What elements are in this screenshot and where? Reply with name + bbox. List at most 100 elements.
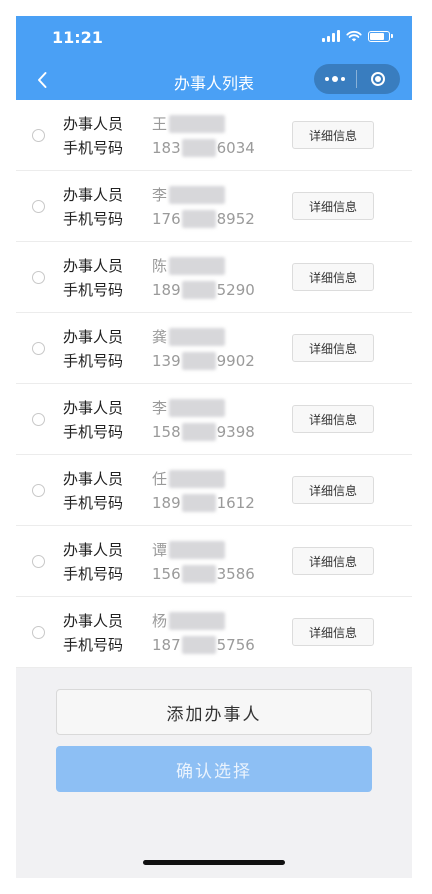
agent-name: 李 (152, 396, 255, 420)
redacted-name (169, 115, 226, 133)
agent-name: 王 (152, 112, 255, 136)
detail-button[interactable]: 详细信息 (292, 405, 374, 433)
battery-icon (368, 30, 393, 42)
redacted-name (169, 186, 226, 204)
name-label: 办事人员 (63, 612, 124, 630)
agent-row[interactable]: 办事人员 手机号码 王 183 6034 详细信息 (16, 100, 412, 171)
agent-row[interactable]: 办事人员 手机号码 陈 189 5290 详细信息 (16, 242, 412, 313)
agent-row[interactable]: 办事人员 手机号码 李 176 8952 详细信息 (16, 171, 412, 242)
name-label: 办事人员 (63, 470, 124, 488)
agent-row[interactable]: 办事人员 手机号码 杨 187 5756 详细信息 (16, 597, 412, 668)
redacted-phone (181, 636, 216, 654)
agent-name: 李 (152, 183, 255, 207)
phone-label: 手机号码 (63, 423, 124, 441)
redacted-name (169, 328, 226, 346)
cellular-signal-icon (322, 30, 340, 42)
agent-row[interactable]: 办事人员 手机号码 李 158 9398 详细信息 (16, 384, 412, 455)
agent-phone: 139 9902 (152, 352, 255, 370)
row-values: 李 158 9398 (152, 396, 255, 444)
redacted-phone (181, 494, 216, 512)
detail-button[interactable]: 详细信息 (292, 547, 374, 575)
redacted-name (169, 257, 226, 275)
name-label: 办事人员 (63, 399, 124, 417)
row-values: 杨 187 5756 (152, 609, 255, 657)
status-icons (322, 30, 393, 42)
agent-row[interactable]: 办事人员 手机号码 谭 156 3586 详细信息 (16, 526, 412, 597)
phone-screen: 11:21 办事人列表 办事人员 手机号码 王 183 6034 详细信息 办事… (16, 16, 412, 878)
row-labels: 办事人员 手机号码 (63, 467, 123, 515)
redacted-phone (181, 565, 216, 583)
agent-name: 杨 (152, 609, 255, 633)
redacted-phone (181, 210, 216, 228)
select-radio[interactable] (32, 129, 45, 142)
detail-button[interactable]: 详细信息 (292, 192, 374, 220)
more-dots-icon[interactable] (314, 76, 356, 82)
home-indicator[interactable] (143, 860, 285, 865)
redacted-phone (181, 139, 216, 157)
agent-name: 陈 (152, 254, 255, 278)
redacted-name (169, 541, 226, 559)
redacted-name (169, 399, 226, 417)
mini-program-capsule (314, 64, 400, 94)
detail-button[interactable]: 详细信息 (292, 121, 374, 149)
row-values: 王 183 6034 (152, 112, 255, 160)
detail-button[interactable]: 详细信息 (292, 618, 374, 646)
agent-list: 办事人员 手机号码 王 183 6034 详细信息 办事人员 手机号码 李 176… (16, 100, 412, 668)
row-values: 龚 139 9902 (152, 325, 255, 373)
redacted-phone (181, 352, 216, 370)
phone-label: 手机号码 (63, 494, 124, 512)
detail-button[interactable]: 详细信息 (292, 334, 374, 362)
select-radio[interactable] (32, 626, 45, 639)
status-bar: 11:21 (16, 16, 412, 60)
name-label: 办事人员 (63, 328, 124, 346)
row-labels: 办事人员 手机号码 (63, 183, 123, 231)
agent-phone: 189 1612 (152, 494, 255, 512)
close-target-icon[interactable] (357, 72, 399, 86)
redacted-name (169, 612, 226, 630)
row-values: 任 189 1612 (152, 467, 255, 515)
phone-label: 手机号码 (63, 565, 124, 583)
add-agent-button[interactable]: 添加办事人 (56, 689, 372, 735)
detail-button[interactable]: 详细信息 (292, 263, 374, 291)
status-time: 11:21 (52, 28, 103, 47)
name-label: 办事人员 (63, 186, 124, 204)
select-radio[interactable] (32, 200, 45, 213)
row-labels: 办事人员 手机号码 (63, 609, 123, 657)
select-radio[interactable] (32, 271, 45, 284)
wifi-icon (346, 30, 362, 42)
name-label: 办事人员 (63, 115, 124, 133)
agent-row[interactable]: 办事人员 手机号码 龚 139 9902 详细信息 (16, 313, 412, 384)
row-values: 李 176 8952 (152, 183, 255, 231)
select-radio[interactable] (32, 413, 45, 426)
select-radio[interactable] (32, 484, 45, 497)
row-labels: 办事人员 手机号码 (63, 254, 123, 302)
agent-row[interactable]: 办事人员 手机号码 任 189 1612 详细信息 (16, 455, 412, 526)
agent-phone: 176 8952 (152, 210, 255, 228)
phone-label: 手机号码 (63, 352, 124, 370)
agent-phone: 189 5290 (152, 281, 255, 299)
agent-name: 谭 (152, 538, 255, 562)
row-labels: 办事人员 手机号码 (63, 112, 123, 160)
phone-label: 手机号码 (63, 636, 124, 654)
row-labels: 办事人员 手机号码 (63, 325, 123, 373)
confirm-selection-button[interactable]: 确认选择 (56, 746, 372, 792)
select-radio[interactable] (32, 555, 45, 568)
row-values: 谭 156 3586 (152, 538, 255, 586)
agent-phone: 156 3586 (152, 565, 255, 583)
row-labels: 办事人员 手机号码 (63, 538, 123, 586)
detail-button[interactable]: 详细信息 (292, 476, 374, 504)
select-radio[interactable] (32, 342, 45, 355)
redacted-phone (181, 423, 216, 441)
phone-label: 手机号码 (63, 281, 124, 299)
phone-label: 手机号码 (63, 139, 124, 157)
row-values: 陈 189 5290 (152, 254, 255, 302)
row-labels: 办事人员 手机号码 (63, 396, 123, 444)
agent-phone: 158 9398 (152, 423, 255, 441)
phone-label: 手机号码 (63, 210, 124, 228)
redacted-name (169, 470, 226, 488)
agent-name: 任 (152, 467, 255, 491)
agent-phone: 183 6034 (152, 139, 255, 157)
name-label: 办事人员 (63, 257, 124, 275)
nav-bar: 办事人列表 (16, 60, 412, 100)
redacted-phone (181, 281, 216, 299)
